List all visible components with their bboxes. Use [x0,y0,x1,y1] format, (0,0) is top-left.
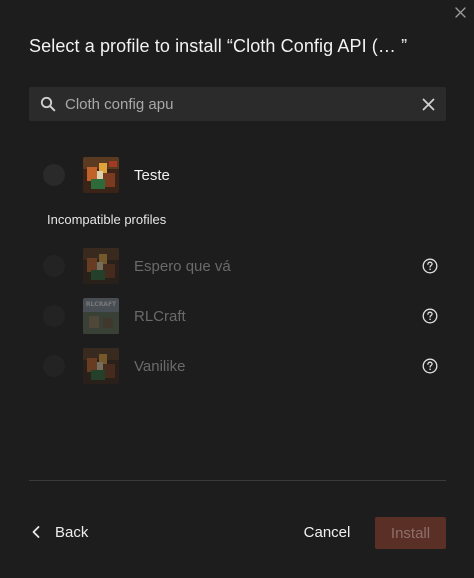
profile-row-vanilike: Vanilike [29,346,446,386]
chevron-left-icon [29,525,43,539]
back-label: Back [55,523,89,541]
cancel-button[interactable]: Cancel [297,517,357,547]
profile-name: Espero que vá [134,257,231,275]
help-circle-icon[interactable] [422,258,438,274]
svg-text:RLCRAFT: RLCRAFT [86,301,117,308]
profile-row-espero-que-va: Espero que vá [29,246,446,286]
profile-radio[interactable] [43,164,65,186]
profile-radio [43,255,65,277]
profile-thumbnail [83,348,119,384]
profile-thumbnail [83,157,119,193]
help-circle-icon[interactable] [422,308,438,324]
incompatible-profiles-heading: Incompatible profiles [47,212,167,227]
clear-search-icon[interactable] [418,94,438,114]
search-icon [39,95,57,113]
footer-divider [29,480,446,481]
help-circle-icon[interactable] [422,358,438,374]
profile-row-rlcraft: RLCRAFT RLCraft [29,296,446,336]
search-input[interactable] [65,89,418,119]
close-icon[interactable] [452,4,468,20]
dialog-title: Select a profile to install “Cloth Confi… [29,36,408,56]
install-profile-dialog: Select a profile to install “Cloth Confi… [0,0,474,578]
profile-name: RLCraft [134,307,186,325]
profile-search-box [29,87,446,121]
back-button[interactable]: Back [29,520,88,544]
profile-row-teste[interactable]: Teste [29,155,446,195]
profile-thumbnail [83,248,119,284]
profile-name: Teste [134,166,170,184]
profile-radio [43,305,65,327]
install-button[interactable]: Install [375,517,446,549]
profile-name: Vanilike [134,357,186,375]
profile-radio [43,355,65,377]
rlcraft-logo: RLCRAFT [83,298,119,334]
